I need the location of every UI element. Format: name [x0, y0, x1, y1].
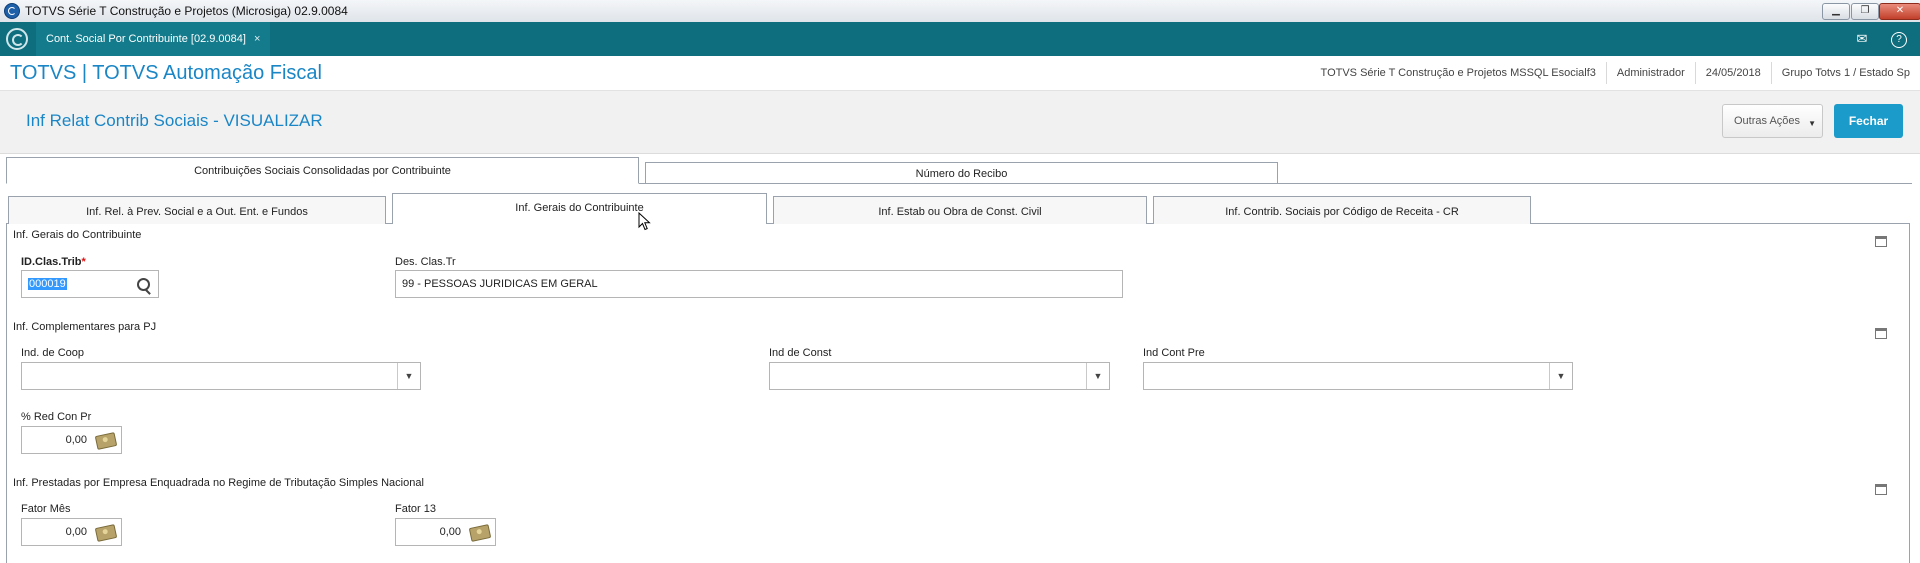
tab-inf-estab-obra[interactable]: Inf. Estab ou Obra de Const. Civil	[773, 196, 1147, 224]
tab-contribuicoes-consolidadas[interactable]: Contribuições Sociais Consolidadas por C…	[6, 157, 639, 184]
chevron-down-icon[interactable]: ▼	[1549, 363, 1572, 389]
tab-numero-recibo[interactable]: Número do Recibo	[645, 162, 1278, 184]
status-environment: TOTVS Série T Construção e Projetos MSSQ…	[1320, 67, 1596, 79]
fator-mes-field[interactable]: 0,00	[21, 518, 122, 546]
status-date: 24/05/2018	[1694, 62, 1771, 84]
tab-inf-gerais-contribuinte[interactable]: Inf. Gerais do Contribuinte	[392, 193, 767, 224]
collapse-icon[interactable]	[1875, 484, 1887, 495]
des-clas-tr-label: Des. Clas.Tr	[395, 256, 456, 268]
document-tab[interactable]: Cont. Social Por Contribuinte [02.9.0084…	[36, 22, 271, 56]
page-title: Inf Relat Contrib Sociais - VISUALIZAR	[26, 111, 323, 130]
ind-cont-pre-label: Ind Cont Pre	[1143, 347, 1205, 359]
window-title-bar: TOTVS Série T Construção e Projetos (Mic…	[0, 0, 1920, 23]
section-title-general: Inf. Gerais do Contribuinte	[13, 229, 142, 241]
other-actions-label: Outras Ações	[1734, 115, 1801, 127]
fator-mes-value: 0,00	[65, 526, 87, 538]
section-title-pj: Inf. Complementares para PJ	[13, 321, 157, 333]
red-con-pr-field[interactable]: 0,00	[21, 426, 122, 454]
mail-icon[interactable]: ✉	[1853, 30, 1871, 48]
fator-mes-label: Fator Mês	[21, 503, 71, 515]
id-clas-trib-value: 000019	[28, 278, 67, 290]
document-tab-label: Cont. Social Por Contribuinte [02.9.0084…	[46, 33, 246, 45]
page-title-bar: Inf Relat Contrib Sociais - VISUALIZAR O…	[0, 91, 1920, 154]
section-title-simples: Inf. Prestadas por Empresa Enquadrada no…	[13, 477, 424, 489]
calculator-icon[interactable]	[94, 432, 118, 450]
help-icon[interactable]: ?	[1891, 32, 1907, 48]
search-icon[interactable]	[137, 278, 150, 291]
status-bar: TOTVS Série T Construção e Projetos MSSQ…	[1311, 56, 1920, 90]
window-title: TOTVS Série T Construção e Projetos (Mic…	[25, 4, 348, 18]
chevron-down-icon: ▼	[1808, 119, 1816, 128]
other-actions-button[interactable]: Outras Ações ▼	[1722, 104, 1823, 138]
fator-13-value: 0,00	[439, 526, 461, 538]
fator-13-label: Fator 13	[395, 503, 436, 515]
chevron-down-icon[interactable]: ▼	[397, 363, 420, 389]
mouse-cursor-icon	[638, 212, 651, 231]
status-user: Administrador	[1605, 62, 1695, 84]
des-clas-tr-value: 99 - PESSOAS JURIDICAS EM GERAL	[402, 278, 598, 290]
red-con-pr-value: 0,00	[65, 434, 87, 446]
close-window-button[interactable]: ✕	[1879, 3, 1920, 20]
document-tab-bar: Cont. Social Por Contribuinte [02.9.0084…	[0, 22, 1920, 56]
red-con-pr-label: % Red Con Pr	[21, 411, 92, 423]
ind-coop-select[interactable]: ▼	[21, 362, 421, 390]
maximize-button[interactable]: ❐	[1851, 3, 1879, 20]
app-icon	[4, 3, 20, 19]
collapse-icon[interactable]	[1875, 328, 1887, 339]
ind-const-label: Ind de Const	[769, 347, 832, 359]
status-branch: Grupo Totvs 1 / Estado Sp	[1770, 62, 1920, 84]
chevron-down-icon[interactable]: ▼	[1086, 363, 1109, 389]
tab-inf-contrib-codigo-receita[interactable]: Inf. Contrib. Sociais por Código de Rece…	[1153, 196, 1531, 224]
des-clas-tr-field[interactable]: 99 - PESSOAS JURIDICAS EM GERAL	[395, 270, 1123, 298]
required-mark: *	[81, 256, 86, 268]
calculator-icon[interactable]	[468, 524, 492, 542]
calculator-icon[interactable]	[94, 524, 118, 542]
fator-13-field[interactable]: 0,00	[395, 518, 496, 546]
minimize-button[interactable]: ▁	[1822, 3, 1850, 20]
close-tab-icon[interactable]: ×	[254, 33, 260, 45]
id-clas-trib-label: ID.Clas.Trib*	[21, 256, 86, 268]
app-header: TOTVS | TOTVS Automação Fiscal TOTVS Sér…	[0, 56, 1920, 91]
ind-const-select[interactable]: ▼	[769, 362, 1110, 390]
collapse-icon[interactable]	[1875, 236, 1887, 247]
close-button[interactable]: Fechar	[1834, 104, 1903, 138]
id-clas-trib-field[interactable]: 000019	[21, 270, 159, 298]
home-icon[interactable]	[6, 28, 28, 50]
ind-coop-label: Ind. de Coop	[21, 347, 84, 359]
tab-inf-rel-prev-social[interactable]: Inf. Rel. à Prev. Social e a Out. Ent. e…	[8, 196, 386, 224]
brand-title: TOTVS | TOTVS Automação Fiscal	[10, 62, 322, 84]
ind-cont-pre-select[interactable]: ▼	[1143, 362, 1573, 390]
